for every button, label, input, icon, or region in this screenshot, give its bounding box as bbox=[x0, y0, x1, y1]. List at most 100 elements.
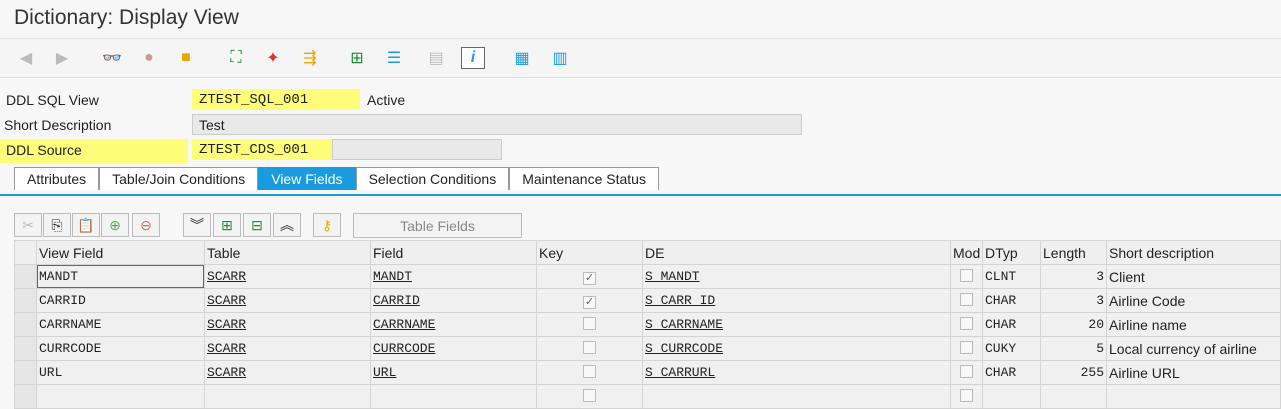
table-row: CURRCODE SCARR CURRCODE S_CURRCODE CUKY 5 Loca… bbox=[14, 336, 1281, 361]
active-inactive-icon[interactable]: ● bbox=[137, 47, 161, 69]
row-selector-header[interactable] bbox=[14, 240, 37, 265]
key-checkbox[interactable]: ✓ bbox=[583, 296, 596, 309]
key-cell[interactable]: ✓ bbox=[536, 264, 643, 289]
cut-icon[interactable]: ✂ bbox=[14, 213, 42, 237]
mod-checkbox[interactable] bbox=[960, 388, 973, 402]
forward-icon[interactable]: ▶ bbox=[50, 47, 74, 69]
key-cell[interactable] bbox=[536, 336, 643, 361]
ddl-source-field[interactable]: ZTEST_CDS_001 bbox=[192, 139, 332, 160]
key-checkbox[interactable] bbox=[583, 316, 596, 330]
column-header[interactable]: Table bbox=[204, 240, 371, 265]
key-checkbox[interactable] bbox=[583, 364, 596, 378]
key-checkbox[interactable] bbox=[583, 388, 596, 402]
key-icon[interactable]: ⚷ bbox=[313, 213, 341, 237]
view-field-cell[interactable]: CARRID bbox=[36, 288, 205, 313]
activate-wand-icon[interactable]: ✦ bbox=[261, 47, 285, 69]
field-cell[interactable]: MANDT bbox=[370, 264, 537, 289]
field-cell[interactable]: CARRNAME bbox=[370, 312, 537, 337]
table-cell[interactable]: SCARR bbox=[204, 360, 371, 385]
table-fields-button[interactable]: Table Fields bbox=[353, 213, 522, 238]
table-cell[interactable]: SCARR bbox=[204, 336, 371, 361]
document-icon[interactable]: ▤ bbox=[424, 47, 448, 69]
key-cell[interactable] bbox=[536, 360, 643, 385]
tab-maintenance-status[interactable]: Maintenance Status bbox=[509, 167, 659, 190]
collapse-all-icon[interactable]: ︽ bbox=[273, 213, 301, 237]
mod-cell[interactable] bbox=[950, 288, 983, 313]
field-cell[interactable]: CARRID bbox=[370, 288, 537, 313]
table-cell[interactable]: SCARR bbox=[204, 312, 371, 337]
mod-checkbox[interactable] bbox=[960, 316, 973, 330]
column-header[interactable]: Field bbox=[370, 240, 537, 265]
copy-icon[interactable]: ⎘ bbox=[43, 213, 71, 237]
mod-checkbox[interactable] bbox=[960, 340, 973, 354]
ddl-sql-view-field[interactable]: ZTEST_SQL_001 bbox=[192, 89, 360, 110]
column-header[interactable]: Short description bbox=[1106, 240, 1281, 265]
mod-cell[interactable] bbox=[950, 312, 983, 337]
column-header[interactable]: Mod bbox=[950, 240, 983, 265]
key-cell[interactable] bbox=[536, 312, 643, 337]
columns-icon[interactable]: ▥ bbox=[548, 47, 572, 69]
tab-selection-conditions[interactable]: Selection Conditions bbox=[355, 167, 510, 190]
mod-cell[interactable] bbox=[950, 360, 983, 385]
table-cell[interactable] bbox=[204, 384, 371, 409]
table-cell[interactable]: SCARR bbox=[204, 288, 371, 313]
mod-cell[interactable] bbox=[950, 336, 983, 361]
display-change-icon[interactable]: 👓 bbox=[100, 47, 124, 69]
mod-cell[interactable] bbox=[950, 384, 983, 409]
table-cell[interactable]: SCARR bbox=[204, 264, 371, 289]
row-selector[interactable] bbox=[14, 336, 37, 361]
table-row: MANDT SCARR MANDT ✓ S_MANDT CLNT 3 Client bbox=[14, 264, 1281, 289]
data-element-cell[interactable]: S_CARRURL bbox=[642, 360, 951, 385]
back-icon[interactable]: ◀ bbox=[14, 47, 38, 69]
view-field-cell[interactable]: CARRNAME bbox=[36, 312, 205, 337]
row-selector[interactable] bbox=[14, 384, 37, 409]
mod-cell[interactable] bbox=[950, 264, 983, 289]
mod-checkbox[interactable] bbox=[960, 364, 973, 378]
view-field-cell[interactable]: CURRCODE bbox=[36, 336, 205, 361]
row-selector[interactable] bbox=[14, 264, 37, 289]
where-used-icon[interactable]: ⛶ bbox=[224, 47, 248, 69]
column-header[interactable]: Length bbox=[1040, 240, 1107, 265]
field-cell[interactable]: URL bbox=[370, 360, 537, 385]
field-cell[interactable] bbox=[370, 384, 537, 409]
key-checkbox[interactable]: ✓ bbox=[583, 272, 596, 285]
delete-row-icon[interactable]: ⊖ bbox=[132, 213, 160, 237]
data-element-cell[interactable]: S_CURRCODE bbox=[642, 336, 951, 361]
view-field-cell[interactable]: URL bbox=[36, 360, 205, 385]
layout-icon[interactable]: ▦ bbox=[510, 47, 534, 69]
delete-block-icon[interactable]: ⊟ bbox=[243, 213, 271, 237]
field-cell[interactable]: CURRCODE bbox=[370, 336, 537, 361]
short-description-field[interactable]: Test bbox=[192, 114, 802, 135]
info-icon[interactable]: i bbox=[461, 47, 485, 69]
key-cell[interactable] bbox=[536, 384, 643, 409]
hierarchy-icon[interactable]: ⊞ bbox=[345, 47, 369, 69]
key-cell[interactable]: ✓ bbox=[536, 288, 643, 313]
column-header[interactable]: DE bbox=[642, 240, 951, 265]
data-element-cell[interactable] bbox=[642, 384, 951, 409]
insert-row-icon[interactable]: ⊕ bbox=[101, 213, 129, 237]
mod-checkbox[interactable] bbox=[960, 268, 973, 282]
tab-table-join-conditions[interactable]: Table/Join Conditions bbox=[99, 167, 259, 190]
row-selector[interactable] bbox=[14, 312, 37, 337]
expand-all-icon[interactable]: ︾ bbox=[183, 213, 211, 237]
row-selector[interactable] bbox=[14, 360, 37, 385]
other-object-icon[interactable]: ■ bbox=[174, 47, 198, 69]
view-field-cell[interactable]: MANDT bbox=[36, 264, 205, 289]
column-header[interactable]: Key bbox=[536, 240, 643, 265]
data-element-cell[interactable]: S_CARR_ID bbox=[642, 288, 951, 313]
data-element-cell[interactable]: S_MANDT bbox=[642, 264, 951, 289]
mod-checkbox[interactable] bbox=[960, 292, 973, 306]
insert-block-icon[interactable]: ⊞ bbox=[213, 213, 241, 237]
key-checkbox[interactable] bbox=[583, 340, 596, 354]
data-element-cell[interactable]: S_CARRNAME bbox=[642, 312, 951, 337]
row-selector[interactable] bbox=[14, 288, 37, 313]
tab-attributes[interactable]: Attributes bbox=[14, 167, 100, 190]
column-header[interactable]: DTyp bbox=[982, 240, 1041, 265]
object-list-icon[interactable]: ☰ bbox=[382, 47, 406, 69]
tab-view-fields[interactable]: View Fields bbox=[258, 167, 356, 190]
paste-icon[interactable]: 📋 bbox=[72, 213, 100, 237]
navigation-icon[interactable]: ⇶ bbox=[298, 47, 322, 69]
view-field-cell[interactable] bbox=[36, 384, 205, 409]
length-cell bbox=[1040, 384, 1107, 409]
column-header[interactable]: View Field bbox=[36, 240, 205, 265]
